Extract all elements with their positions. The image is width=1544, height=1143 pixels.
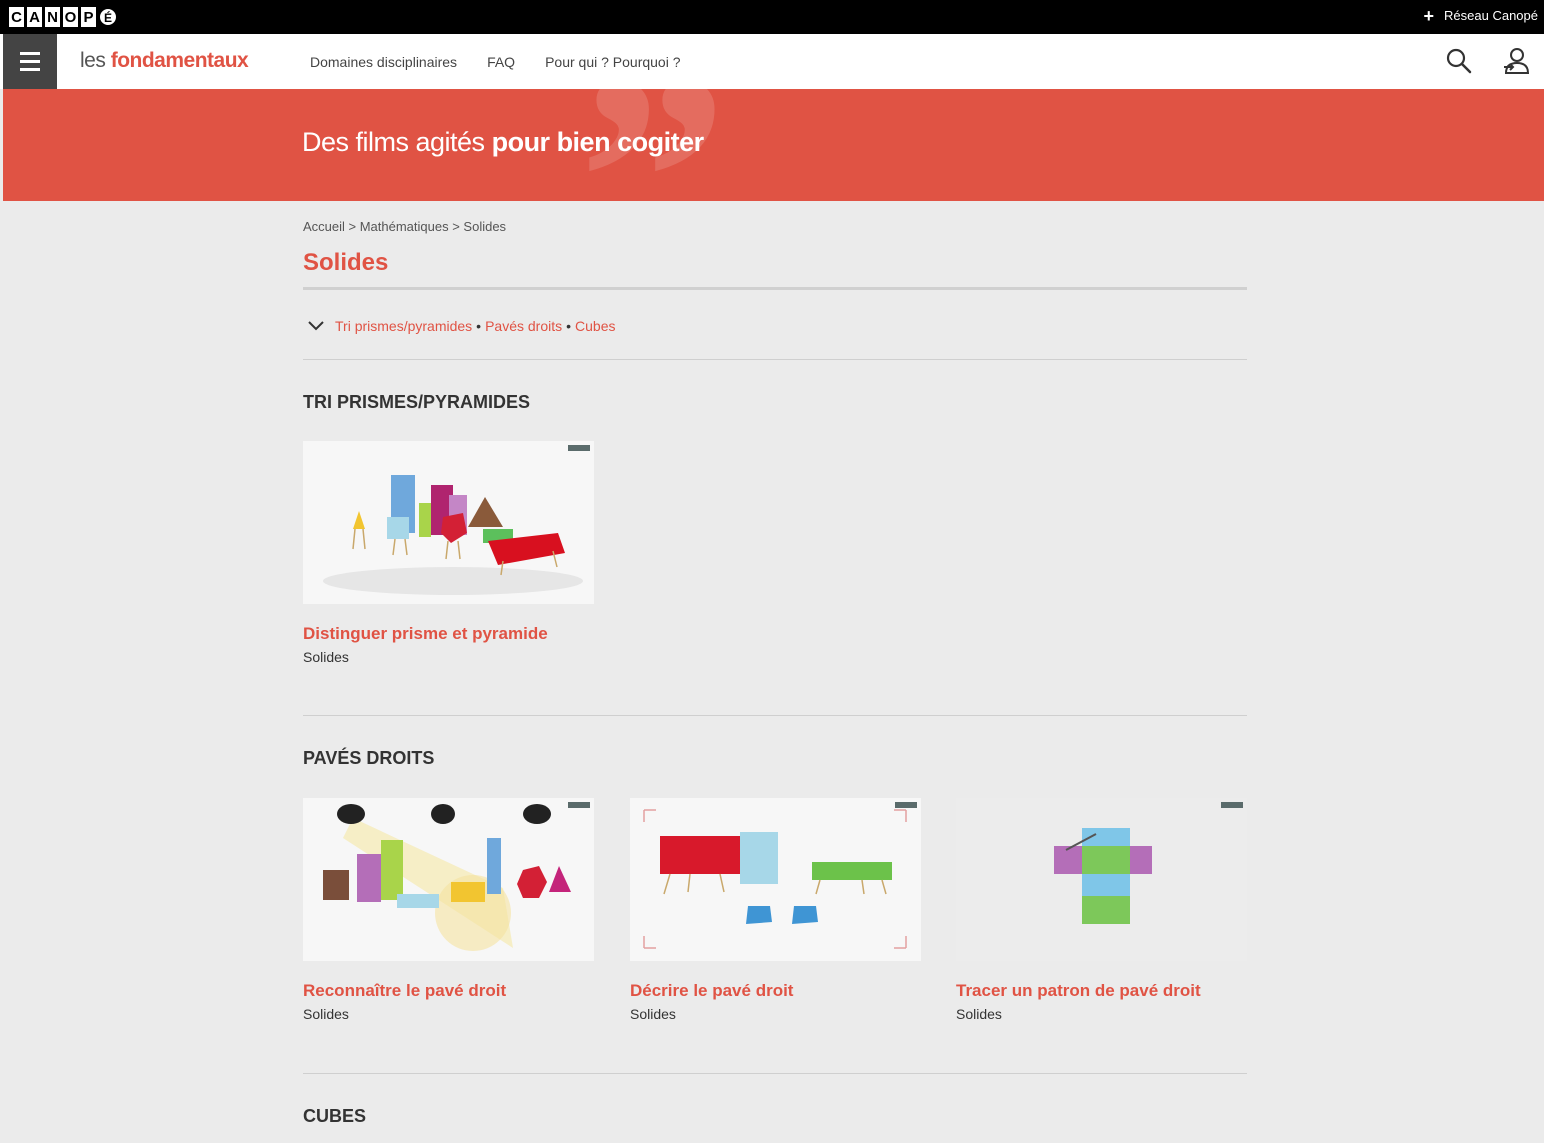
tagline-light: Des films agités bbox=[302, 127, 485, 157]
logo-letter: N bbox=[44, 6, 61, 28]
logo-letter: O bbox=[62, 6, 79, 28]
breadcrumb[interactable]: Accueil > Mathématiques > Solides bbox=[303, 219, 506, 234]
video-card[interactable]: Tracer un patron de pavé droit Solides bbox=[956, 798, 1247, 1022]
hero-banner: ” Des films agités pour bien cogiter bbox=[3, 89, 1544, 201]
toc-link-tri-prismes[interactable]: Tri prismes/pyramides bbox=[335, 318, 472, 334]
divider bbox=[303, 1073, 1247, 1074]
video-card[interactable]: Distinguer prisme et pyramide Solides bbox=[303, 441, 594, 665]
chevron-down-icon[interactable] bbox=[307, 320, 325, 332]
reseau-canope-link[interactable]: + Réseau Canopé bbox=[1423, 5, 1538, 26]
canope-badge bbox=[895, 802, 917, 808]
video-thumbnail[interactable] bbox=[956, 798, 1247, 961]
user-login-icon[interactable] bbox=[1502, 46, 1532, 76]
bullet: • bbox=[566, 318, 572, 334]
video-card[interactable]: Reconnaître le pavé droit Solides bbox=[303, 798, 594, 1022]
nav-pour-qui-pourquoi[interactable]: Pour qui ? Pourquoi ? bbox=[545, 54, 680, 70]
tagline-bold: pour bien cogiter bbox=[491, 127, 705, 157]
nav-faq[interactable]: FAQ bbox=[487, 54, 515, 70]
section-toc: Tri prismes/pyramides • Pavés droits • C… bbox=[307, 318, 616, 334]
video-title[interactable]: Tracer un patron de pavé droit bbox=[956, 981, 1247, 1001]
bullet: • bbox=[476, 318, 482, 334]
video-thumbnail[interactable] bbox=[303, 798, 594, 961]
brand-fondamentaux: fondamentaux bbox=[110, 49, 249, 72]
search-icon[interactable] bbox=[1444, 46, 1474, 76]
video-title[interactable]: Reconnaître le pavé droit bbox=[303, 981, 594, 1001]
video-category: Solides bbox=[303, 649, 349, 665]
logo-letter: P bbox=[80, 6, 97, 28]
video-title[interactable]: Distinguer prisme et pyramide bbox=[303, 624, 594, 644]
video-title[interactable]: Décrire le pavé droit bbox=[630, 981, 921, 1001]
logo-letter: A bbox=[26, 6, 43, 28]
divider bbox=[303, 715, 1247, 716]
top-bar: C A N O P É + Réseau Canopé bbox=[0, 0, 1544, 34]
toc-link-paves-droits[interactable]: Pavés droits bbox=[485, 318, 562, 334]
menu-icon[interactable] bbox=[3, 34, 57, 89]
plus-icon: + bbox=[1423, 5, 1435, 26]
video-card[interactable]: Décrire le pavé droit Solides bbox=[630, 798, 921, 1022]
canope-badge bbox=[1221, 802, 1243, 808]
section-title: CUBES bbox=[303, 1106, 367, 1126]
video-category: Solides bbox=[956, 1006, 1002, 1022]
banner-tagline: Des films agités pour bien cogiter bbox=[302, 127, 704, 158]
canope-logo[interactable]: C A N O P É bbox=[8, 6, 119, 28]
divider bbox=[303, 359, 1247, 360]
video-thumbnail[interactable] bbox=[303, 441, 594, 604]
page-title: Solides bbox=[303, 249, 389, 276]
site-logo[interactable]: les fondamentaux bbox=[80, 49, 249, 73]
video-category: Solides bbox=[630, 1006, 676, 1022]
section-title: PAVÉS DROITS bbox=[303, 748, 435, 768]
brand-les: les bbox=[80, 49, 106, 72]
toc-link-cubes[interactable]: Cubes bbox=[575, 318, 615, 334]
site-header: les fondamentaux Domaines disciplinaires… bbox=[0, 34, 1544, 89]
canope-badge bbox=[568, 445, 590, 451]
reseau-canope-label: Réseau Canopé bbox=[1444, 8, 1538, 23]
video-category: Solides bbox=[303, 1006, 349, 1022]
canope-badge bbox=[568, 802, 590, 808]
nav-domaines-disciplinaires[interactable]: Domaines disciplinaires bbox=[310, 54, 457, 70]
logo-letter: É bbox=[98, 7, 118, 27]
video-thumbnail[interactable] bbox=[630, 798, 921, 961]
logo-letter: C bbox=[8, 6, 25, 28]
main-nav: Domaines disciplinaires FAQ Pour qui ? P… bbox=[310, 54, 681, 70]
section-title: TRI PRISMES/PYRAMIDES bbox=[303, 392, 531, 412]
divider bbox=[303, 287, 1247, 290]
